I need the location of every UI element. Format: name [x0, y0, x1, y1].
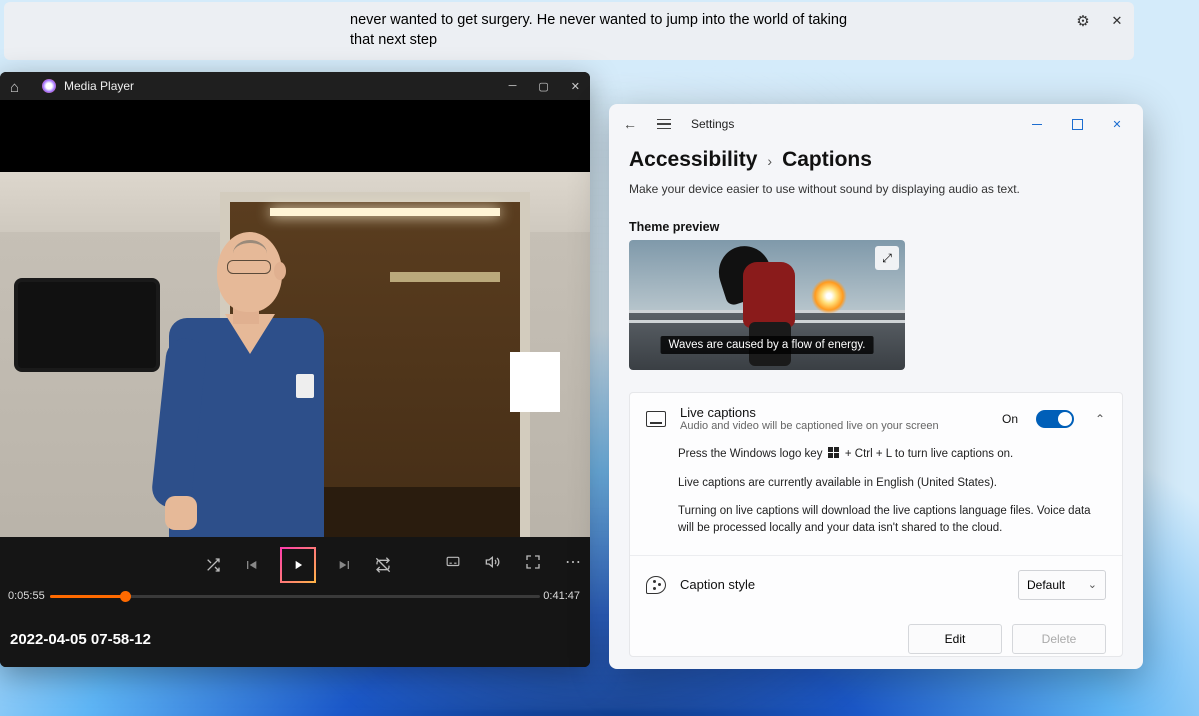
caption-style-title: Caption style [680, 577, 1004, 592]
breadcrumb-current: Captions [782, 148, 872, 172]
settings-window-title: Settings [691, 117, 734, 131]
captions-card-icon [646, 411, 666, 427]
page-subtitle: Make your device easier to use without s… [629, 182, 1123, 196]
palette-icon [646, 576, 666, 594]
close-button[interactable]: ✕ [571, 80, 580, 93]
home-icon[interactable] [10, 79, 24, 93]
minimize-button[interactable]: ─ [509, 80, 517, 93]
play-button[interactable] [280, 547, 316, 583]
breadcrumb-parent[interactable]: Accessibility [629, 148, 757, 172]
chevron-up-icon[interactable] [1094, 413, 1106, 425]
live-captions-row[interactable]: Live captions Audio and video will be ca… [630, 393, 1122, 444]
settings-window: Settings Accessibility › Captions Make y… [609, 104, 1143, 669]
chevron-right-icon: › [767, 153, 772, 169]
delete-button: Delete [1012, 624, 1106, 654]
caption-style-select[interactable]: Default [1018, 570, 1106, 600]
settings-titlebar: Settings [609, 104, 1143, 144]
maximize-button[interactable]: ▢ [538, 80, 548, 93]
volume-icon[interactable] [484, 553, 502, 571]
live-captions-subtitle: Audio and video will be captioned live o… [680, 420, 988, 432]
live-caption-text: never wanted to get surgery. He never wa… [350, 11, 870, 50]
live-captions-details: Press the Windows logo key + Ctrl + L to… [630, 444, 1122, 555]
live-captions-card: Live captions Audio and video will be ca… [629, 392, 1123, 657]
live-captions-title: Live captions [680, 405, 988, 420]
settings-minimize-button[interactable] [1017, 110, 1057, 138]
more-icon[interactable]: ⋯ [564, 553, 582, 571]
media-player-logo-icon [42, 79, 56, 93]
back-icon[interactable] [623, 116, 639, 132]
live-caption-bar: never wanted to get surgery. He never wa… [4, 2, 1134, 60]
next-icon[interactable] [336, 556, 354, 574]
progress-bar[interactable] [50, 595, 540, 598]
settings-maximize-button[interactable] [1057, 110, 1097, 138]
caption-settings-icon[interactable] [1074, 12, 1092, 30]
expand-preview-icon[interactable] [875, 246, 899, 270]
preview-caption-text: Waves are caused by a flow of energy. [661, 336, 874, 354]
video-file-title: 2022-04-05 07-58-12 [10, 631, 151, 648]
media-player-controls: 0:05:55 0:41:47 2022-04-05 07-58-12 ⋯ [0, 537, 590, 667]
theme-preview-label: Theme preview [629, 220, 1123, 234]
toggle-state-label: On [1002, 412, 1018, 426]
shortcut-hint: Press the Windows logo key + Ctrl + L to… [678, 446, 1106, 463]
windows-key-icon [828, 447, 840, 459]
media-player-title: Media Player [64, 79, 134, 93]
time-elapsed: 0:05:55 [8, 590, 45, 602]
fullscreen-icon[interactable] [524, 553, 542, 571]
caption-style-row: Caption style Default [630, 555, 1122, 614]
media-player-titlebar: Media Player ─ ▢ ✕ [0, 72, 590, 100]
hamburger-icon[interactable] [657, 116, 673, 132]
repeat-off-icon[interactable] [374, 556, 392, 574]
caption-close-icon[interactable] [1108, 12, 1126, 30]
edit-button[interactable]: Edit [908, 624, 1002, 654]
shuffle-icon[interactable] [204, 556, 222, 574]
live-captions-toggle[interactable] [1036, 410, 1074, 428]
captions-icon[interactable] [444, 553, 462, 571]
media-player-window: Media Player ─ ▢ ✕ 0:05:55 [0, 72, 590, 667]
settings-close-button[interactable] [1097, 110, 1137, 138]
language-note: Live captions are currently available in… [678, 475, 1106, 492]
breadcrumb: Accessibility › Captions [629, 148, 1123, 172]
previous-icon[interactable] [242, 556, 260, 574]
time-total: 0:41:47 [543, 590, 580, 602]
privacy-note: Turning on live captions will download t… [678, 503, 1106, 536]
theme-preview: Waves are caused by a flow of energy. [629, 240, 905, 370]
